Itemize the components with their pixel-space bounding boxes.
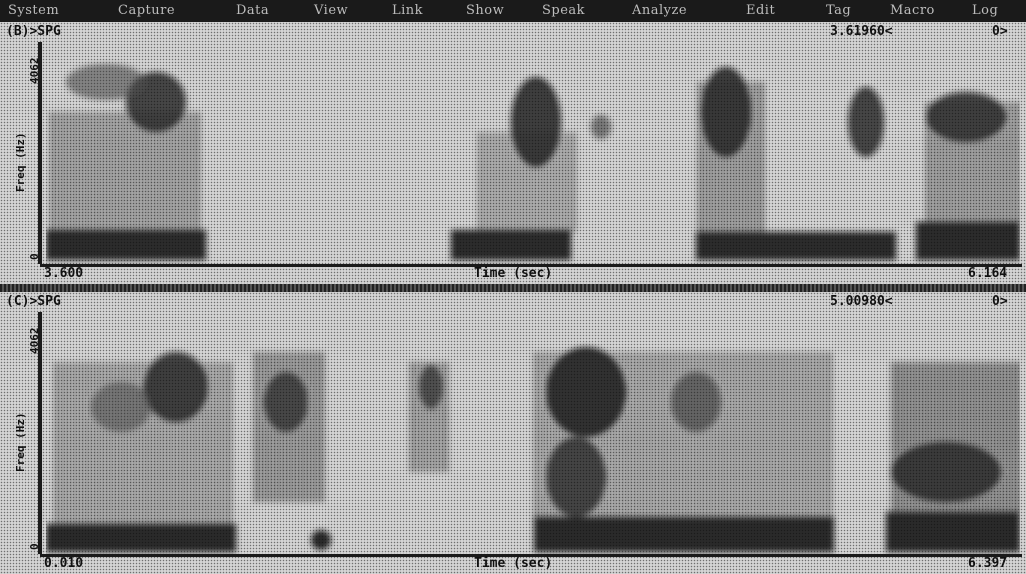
menu-analyze[interactable]: Analyze xyxy=(632,3,687,19)
x-axis: 3.600 Time (sec) 6.164 xyxy=(0,264,1026,282)
y-axis: 4062 Freq (Hz) 0 xyxy=(0,312,46,554)
menu-macro[interactable]: Macro xyxy=(890,3,935,19)
spectrogram-svg xyxy=(46,64,1020,260)
x-axis-end: 6.164 xyxy=(968,266,1008,281)
y-axis-label: Freq (Hz) xyxy=(14,412,27,472)
panel-label: (C)>SPG xyxy=(6,294,61,309)
menu-capture[interactable]: Capture xyxy=(118,3,175,19)
menu-system[interactable]: System xyxy=(8,3,59,19)
cursor-mark: 0> xyxy=(992,294,1008,309)
spectrogram-svg xyxy=(46,347,1020,552)
menu-show[interactable]: Show xyxy=(466,3,504,19)
menu-speak[interactable]: Speak xyxy=(542,3,585,19)
y-axis: 4062 Freq (Hz) 0 xyxy=(0,42,46,264)
menu-data[interactable]: Data xyxy=(236,3,269,19)
menu-view[interactable]: View xyxy=(314,3,348,19)
x-axis-label: Time (sec) xyxy=(474,266,553,281)
menu-link[interactable]: Link xyxy=(392,3,423,19)
y-axis-min: 0 xyxy=(28,543,41,550)
y-axis-min: 0 xyxy=(28,253,41,260)
x-axis-label: Time (sec) xyxy=(474,556,553,571)
spectrogram-panel-c[interactable]: (C)>SPG 5.00980< 0> 4062 Freq (Hz) 0 0.0… xyxy=(0,292,1026,574)
menu-tag[interactable]: Tag xyxy=(826,3,851,19)
menu-log[interactable]: Log xyxy=(972,3,998,19)
menu-edit[interactable]: Edit xyxy=(746,3,775,19)
x-axis-start: 3.600 xyxy=(44,266,84,281)
plot-frame: 4062 Freq (Hz) 0 xyxy=(0,312,1026,554)
spectrogram-panel-b[interactable]: (B)>SPG 3.61960< 0> 4062 Freq (Hz) 0 3.6… xyxy=(0,22,1026,284)
y-axis-label: Freq (Hz) xyxy=(14,132,27,192)
panel-label: (B)>SPG xyxy=(6,24,61,39)
x-axis-start: 0.010 xyxy=(44,556,84,571)
cursor-value: 3.61960< xyxy=(830,24,893,39)
panel-header: (B)>SPG 3.61960< 0> xyxy=(0,22,1026,42)
cursor-mark: 0> xyxy=(992,24,1008,39)
x-axis-end: 6.397 xyxy=(968,556,1008,571)
plot-frame: 4062 Freq (Hz) 0 xyxy=(0,42,1026,264)
spectrogram-image[interactable] xyxy=(46,42,1020,264)
panel-header: (C)>SPG 5.00980< 0> xyxy=(0,292,1026,312)
menu-bar: System Capture Data View Link Show Speak… xyxy=(0,0,1026,22)
y-axis-max: 4062 xyxy=(28,57,41,85)
y-axis-max: 4062 xyxy=(28,327,41,355)
spectrogram-image[interactable] xyxy=(46,312,1020,554)
cursor-value: 5.00980< xyxy=(830,294,893,309)
x-axis: 0.010 Time (sec) 6.397 xyxy=(0,554,1026,572)
panel-divider xyxy=(0,284,1026,292)
